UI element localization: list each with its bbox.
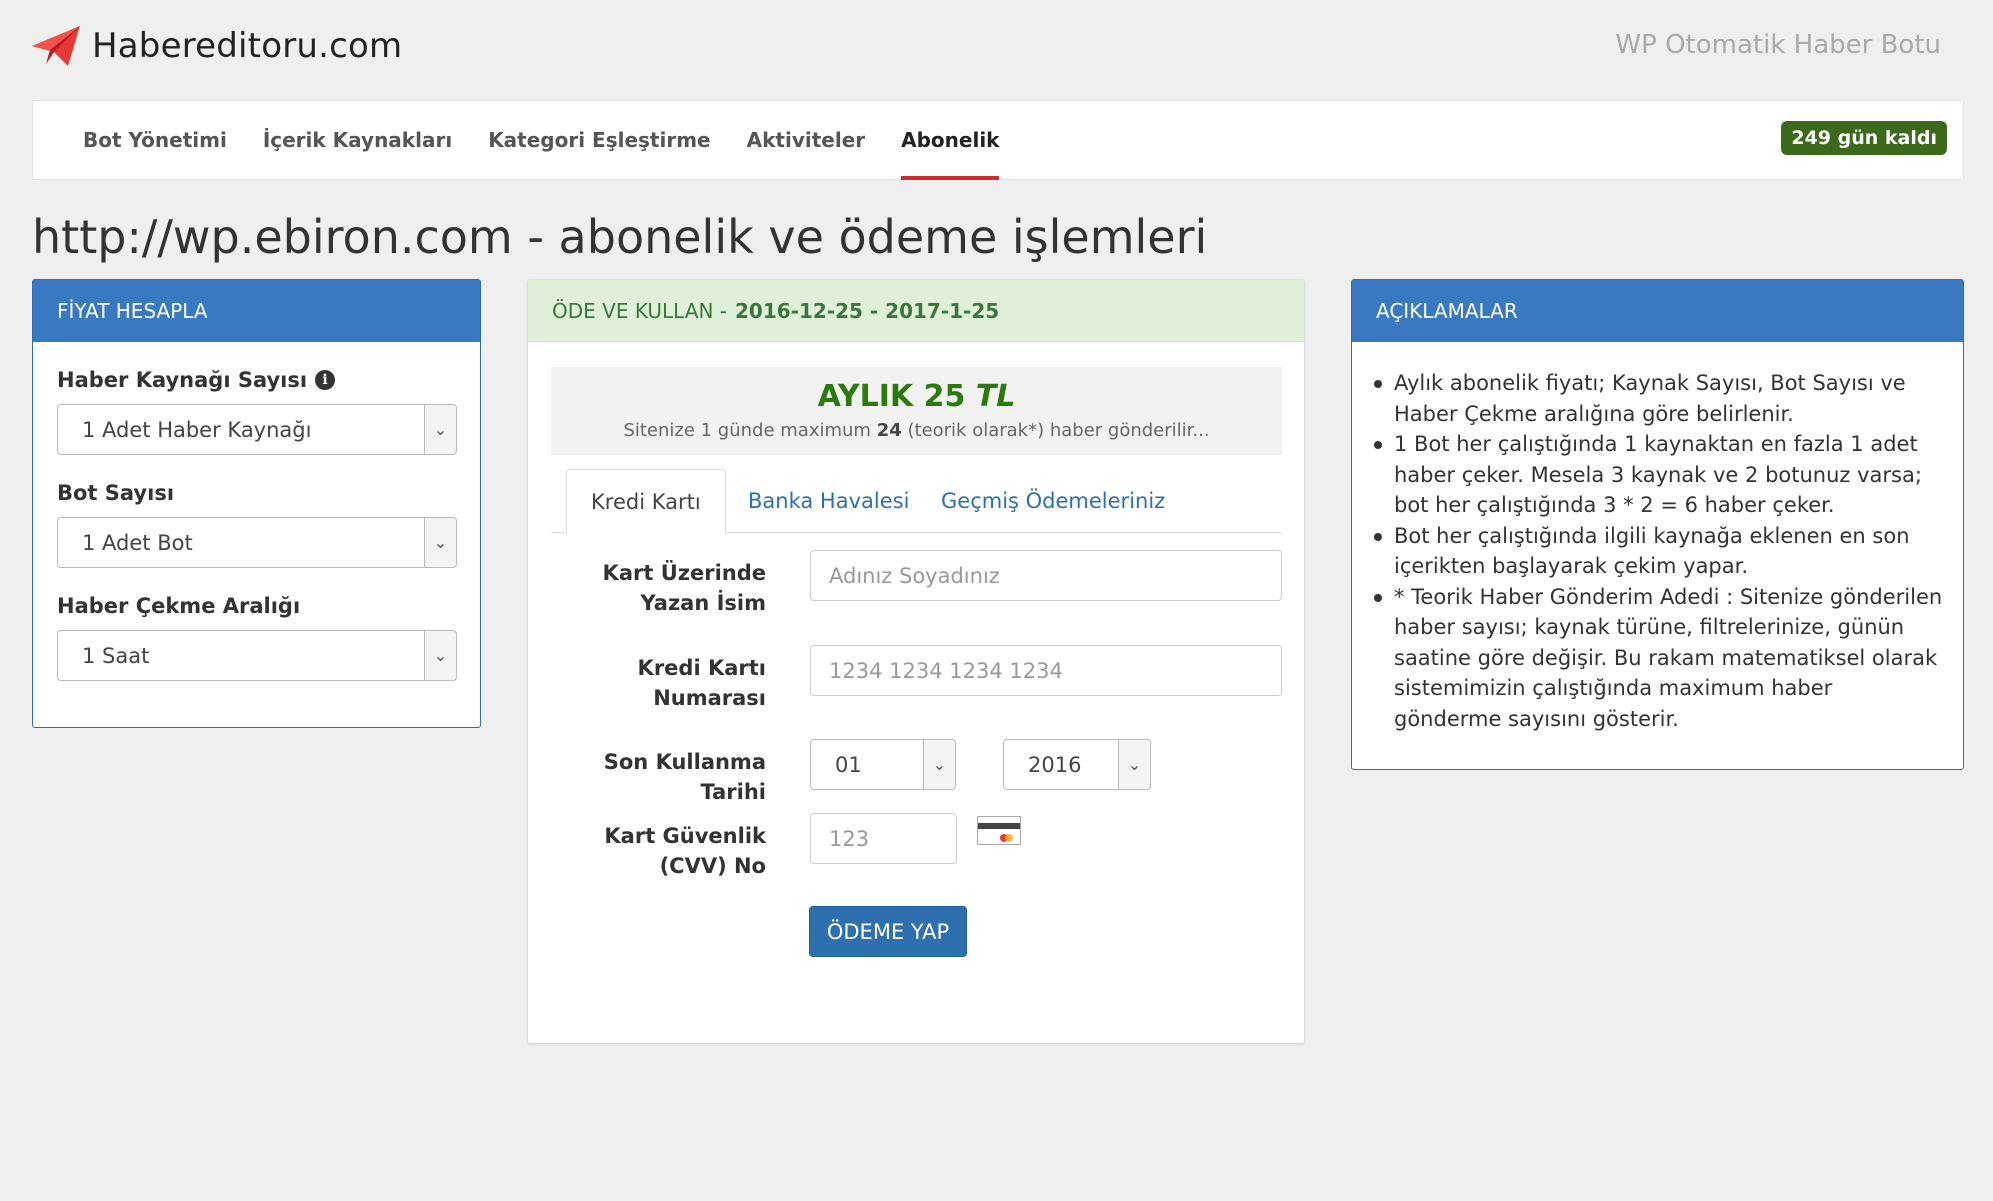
expiry-year-value: 2016 bbox=[1028, 752, 1082, 777]
site-tagline: WP Otomatik Haber Botu bbox=[1615, 30, 1941, 60]
list-item: Bot her çalıştığında ilgili kaynağa ekle… bbox=[1372, 521, 1944, 582]
expiry-month-select[interactable]: 01 ⌄ bbox=[810, 739, 956, 790]
tab-banka-havalesi[interactable]: Banka Havalesi bbox=[724, 469, 933, 533]
list-item: * Teorik Haber Gönderim Adedi : Sitenize… bbox=[1372, 582, 1944, 735]
list-item: Aylık abonelik fiyatı; Kaynak Sayısı, Bo… bbox=[1372, 368, 1944, 429]
tab-kredi-karti[interactable]: Kredi Kartı bbox=[566, 469, 726, 534]
tab-gecmis-odemeler[interactable]: Geçmiş Ödemeleriniz bbox=[917, 469, 1189, 533]
source-count-select[interactable]: 1 Adet Haber Kaynağı ⌄ bbox=[57, 404, 457, 455]
credit-card-icon bbox=[977, 816, 1021, 845]
brand-name: Habereditoru.com bbox=[92, 26, 403, 66]
panel-title: FİYAT HESAPLA bbox=[33, 280, 480, 342]
info-icon[interactable]: i bbox=[315, 370, 336, 390]
main-nav: Bot Yönetimi İçerik Kaynakları Kategori … bbox=[32, 100, 1964, 180]
source-count-label-text: Haber Kaynağı Sayısı bbox=[57, 368, 308, 392]
chevron-down-icon: ⌄ bbox=[424, 405, 456, 454]
plan-note-prefix: Sitenize 1 günde maximum bbox=[623, 420, 871, 441]
plan-price-amount: AYLIK 25 bbox=[817, 379, 966, 414]
card-number-input[interactable]: 1234 1234 1234 1234 bbox=[810, 645, 1282, 696]
plan-price: AYLIK 25 TL bbox=[551, 379, 1282, 414]
page-title: http://wp.ebiron.com - abonelik ve ödeme… bbox=[32, 210, 1208, 264]
source-count-label: Haber Kaynağı Sayısı i bbox=[57, 368, 336, 392]
plan-note-suffix: (teorik olarak*) haber gönderilir... bbox=[907, 420, 1210, 441]
chevron-down-icon: ⌄ bbox=[1118, 740, 1150, 789]
plan-summary: AYLIK 25 TL Sitenize 1 günde maximum 24 … bbox=[551, 367, 1282, 455]
fetch-interval-label: Haber Çekme Aralığı bbox=[57, 594, 301, 618]
paper-plane-icon bbox=[32, 26, 80, 66]
nav-item-abonelik[interactable]: Abonelik bbox=[883, 101, 1017, 180]
price-calculator-panel: FİYAT HESAPLA Haber Kaynağı Sayısı i 1 A… bbox=[32, 279, 481, 728]
fetch-interval-value: 1 Saat bbox=[82, 643, 150, 668]
chevron-down-icon: ⌄ bbox=[923, 740, 955, 789]
expiry-year-select[interactable]: 2016 ⌄ bbox=[1003, 739, 1151, 790]
plan-note-count: 24 bbox=[876, 420, 902, 441]
chevron-down-icon: ⌄ bbox=[424, 518, 456, 567]
cvv-input[interactable]: 123 bbox=[810, 813, 957, 864]
subscription-period: 2016-12-25 - 2017-1-25 bbox=[735, 298, 1000, 323]
subscription-remaining-badge: 249 gün kaldı bbox=[1781, 121, 1947, 155]
notes-panel-title: AÇIKLAMALAR bbox=[1352, 280, 1963, 342]
submit-payment-button[interactable]: ÖDEME YAP bbox=[809, 906, 967, 957]
payment-panel-title: ÖDE VE KULLAN - bbox=[552, 298, 727, 323]
bot-count-value: 1 Adet Bot bbox=[82, 530, 193, 555]
bot-count-select[interactable]: 1 Adet Bot ⌄ bbox=[57, 517, 457, 568]
source-count-value: 1 Adet Haber Kaynağı bbox=[82, 417, 312, 442]
notes-panel: AÇIKLAMALAR Aylık abonelik fiyatı; Kayna… bbox=[1351, 279, 1964, 770]
chevron-down-icon: ⌄ bbox=[424, 631, 456, 680]
card-name-input[interactable]: Adınız Soyadınız bbox=[810, 550, 1282, 601]
payment-panel-header: ÖDE VE KULLAN - 2016-12-25 - 2017-1-25 bbox=[528, 280, 1304, 342]
plan-note: Sitenize 1 günde maximum 24 (teorik olar… bbox=[551, 420, 1282, 441]
nav-item-icerik-kaynaklari[interactable]: İçerik Kaynakları bbox=[245, 101, 470, 179]
fetch-interval-select[interactable]: 1 Saat ⌄ bbox=[57, 630, 457, 681]
notes-list: Aylık abonelik fiyatı; Kaynak Sayısı, Bo… bbox=[1372, 368, 1944, 734]
list-item: 1 Bot her çalıştığında 1 kaynaktan en fa… bbox=[1372, 429, 1944, 521]
top-bar: Habereditoru.com WP Otomatik Haber Botu bbox=[0, 0, 1993, 96]
expiry-label: Son Kullanma Tarihi bbox=[603, 750, 766, 804]
bot-count-label: Bot Sayısı bbox=[57, 481, 175, 505]
nav-item-aktiviteler[interactable]: Aktiviteler bbox=[729, 101, 884, 179]
nav-item-bot-yonetimi[interactable]: Bot Yönetimi bbox=[65, 101, 245, 179]
payment-tabs: Kredi Kartı Banka Havalesi Geçmiş Ödemel… bbox=[551, 469, 1282, 534]
nav-item-kategori-eslestirme[interactable]: Kategori Eşleştirme bbox=[470, 101, 728, 179]
site-logo[interactable]: Habereditoru.com bbox=[30, 24, 402, 68]
card-name-label: Kart Üzerinde Yazan İsim bbox=[602, 561, 766, 615]
card-number-label: Kredi Kartı Numarası bbox=[637, 656, 766, 710]
expiry-month-value: 01 bbox=[835, 752, 862, 777]
cvv-label: Kart Güvenlik (CVV) No bbox=[604, 824, 766, 878]
plan-price-currency: TL bbox=[975, 379, 1016, 414]
